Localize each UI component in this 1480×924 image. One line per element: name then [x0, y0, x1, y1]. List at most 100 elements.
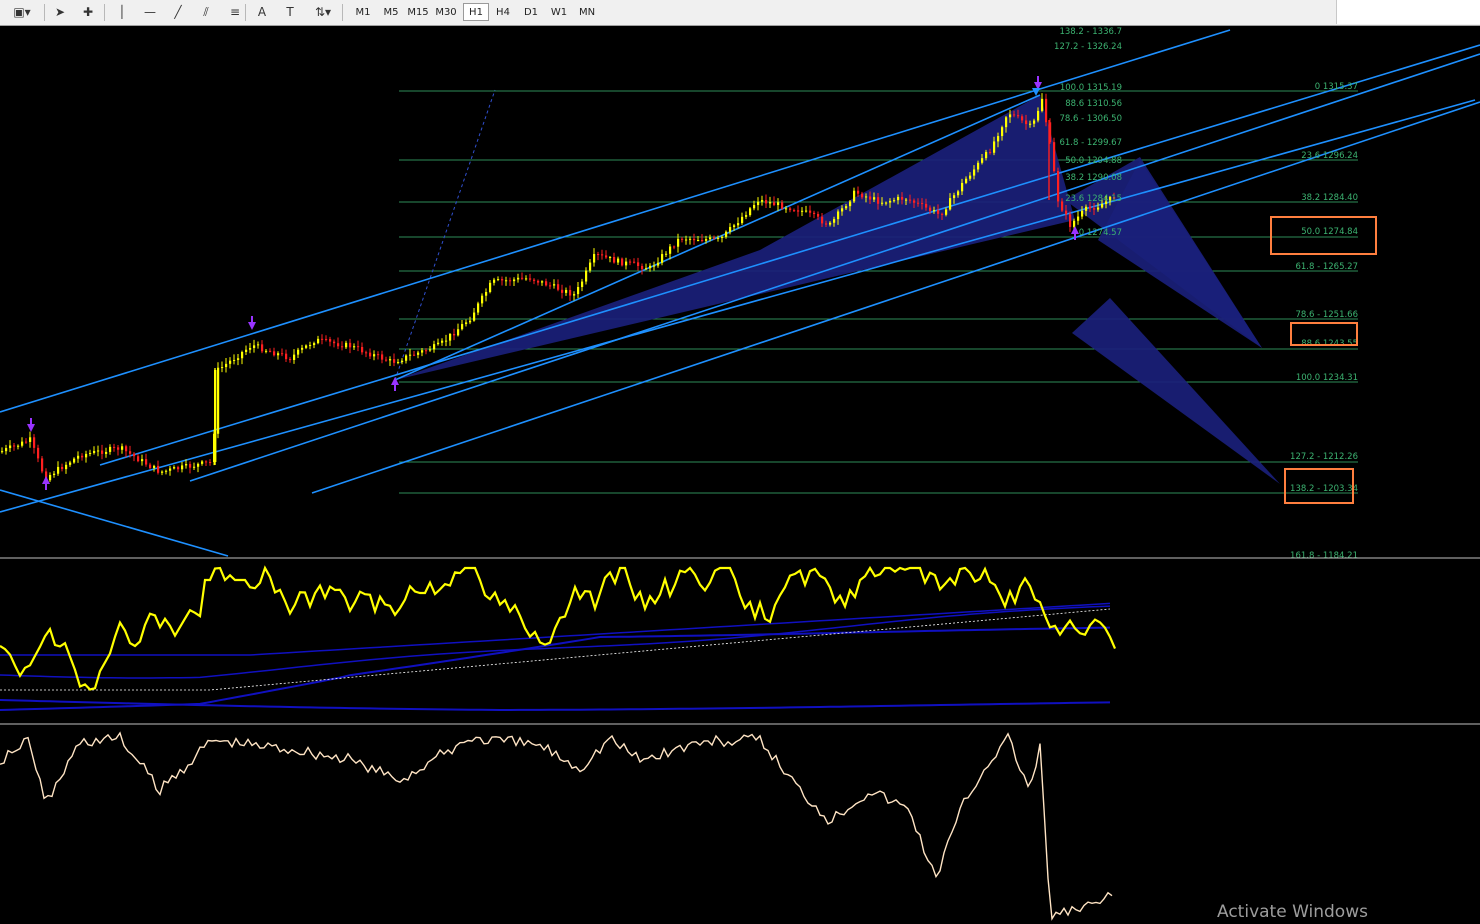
candle-body[interactable]: [485, 292, 488, 296]
candle-body[interactable]: [333, 341, 336, 344]
candle-body[interactable]: [509, 280, 512, 282]
candle-body[interactable]: [357, 346, 360, 348]
candle-body[interactable]: [557, 284, 560, 290]
candle-body[interactable]: [525, 278, 528, 280]
candle-body[interactable]: [489, 282, 492, 293]
candle-body[interactable]: [141, 459, 144, 462]
candle-body[interactable]: [697, 240, 700, 242]
candle-body[interactable]: [657, 262, 660, 266]
candle-body[interactable]: [457, 329, 460, 336]
candle-body[interactable]: [613, 257, 616, 263]
candle-body[interactable]: [449, 334, 452, 341]
candle-body[interactable]: [373, 354, 376, 357]
candle-body[interactable]: [429, 349, 432, 351]
candle-body[interactable]: [853, 190, 856, 202]
candle-body[interactable]: [705, 239, 708, 241]
candle-body[interactable]: [933, 210, 936, 212]
candle-body[interactable]: [713, 237, 716, 239]
candle-body[interactable]: [137, 456, 140, 462]
candle-body[interactable]: [897, 196, 900, 201]
candle-body[interactable]: [165, 470, 168, 472]
candle-body[interactable]: [125, 446, 128, 452]
candle-body[interactable]: [589, 262, 592, 271]
candle-body[interactable]: [229, 360, 232, 364]
candle-body[interactable]: [481, 295, 484, 304]
candle-body[interactable]: [801, 210, 804, 212]
candle-body[interactable]: [73, 458, 76, 463]
candle-body[interactable]: [749, 208, 752, 216]
candle-body[interactable]: [681, 238, 684, 240]
candle-body[interactable]: [961, 182, 964, 192]
candle-body[interactable]: [1013, 114, 1016, 116]
candle-body[interactable]: [645, 268, 648, 270]
candle-body[interactable]: [365, 352, 368, 354]
candle-body[interactable]: [53, 473, 56, 475]
candle-body[interactable]: [909, 199, 912, 201]
candle-body[interactable]: [609, 257, 612, 259]
candle-body[interactable]: [685, 239, 688, 241]
candle-body[interactable]: [517, 277, 520, 280]
candle-body[interactable]: [865, 196, 868, 198]
candle-body[interactable]: [789, 208, 792, 211]
candle-body[interactable]: [265, 350, 268, 352]
candle-body[interactable]: [861, 193, 864, 198]
candle-body[interactable]: [377, 354, 380, 356]
candle-body[interactable]: [181, 465, 184, 470]
candle-body[interactable]: [157, 465, 160, 473]
candle-body[interactable]: [17, 445, 20, 447]
candle-body[interactable]: [817, 214, 820, 217]
text-icon[interactable]: A: [252, 3, 272, 21]
candle-body[interactable]: [709, 237, 712, 240]
candle-body[interactable]: [297, 349, 300, 355]
candle-body[interactable]: [973, 169, 976, 176]
candle-body[interactable]: [581, 281, 584, 288]
candle-body[interactable]: [969, 175, 972, 179]
candle-body[interactable]: [57, 466, 60, 474]
candle-body[interactable]: [113, 446, 116, 448]
candle-body[interactable]: [569, 289, 572, 296]
candle-body[interactable]: [1065, 210, 1068, 215]
candle-body[interactable]: [153, 465, 156, 468]
candle-body[interactable]: [737, 223, 740, 226]
candle-body[interactable]: [869, 196, 872, 200]
candle-body[interactable]: [945, 209, 948, 215]
candle-body[interactable]: [469, 320, 472, 323]
candle-body[interactable]: [445, 340, 448, 342]
candle-body[interactable]: [541, 281, 544, 283]
candle-body[interactable]: [133, 453, 136, 457]
candle-body[interactable]: [89, 452, 92, 454]
candle-body[interactable]: [565, 289, 568, 293]
candle-body[interactable]: [161, 471, 164, 473]
candle-body[interactable]: [605, 255, 608, 258]
candle-body[interactable]: [721, 236, 724, 238]
candle-body[interactable]: [77, 455, 80, 459]
candle-body[interactable]: [421, 350, 424, 353]
candle-body[interactable]: [689, 238, 692, 240]
candle-body[interactable]: [809, 210, 812, 213]
candle-body[interactable]: [477, 303, 480, 313]
candle-body[interactable]: [833, 219, 836, 223]
candle-body[interactable]: [345, 342, 348, 348]
candle-body[interactable]: [385, 359, 388, 361]
candle-body[interactable]: [1053, 142, 1056, 172]
candle-body[interactable]: [389, 359, 392, 361]
candle-body[interactable]: [465, 322, 468, 325]
candle-body[interactable]: [189, 464, 192, 468]
candle-body[interactable]: [501, 279, 504, 281]
candle-body[interactable]: [337, 343, 340, 347]
candle-body[interactable]: [573, 294, 576, 296]
candle-body[interactable]: [341, 346, 344, 348]
candle-body[interactable]: [65, 464, 68, 470]
candle-body[interactable]: [425, 350, 428, 352]
candle-body[interactable]: [725, 231, 728, 237]
candle-body[interactable]: [669, 246, 672, 254]
candle-body[interactable]: [1073, 220, 1076, 227]
candle-body[interactable]: [193, 466, 196, 468]
candle-body[interactable]: [537, 280, 540, 283]
candle-body[interactable]: [701, 240, 704, 242]
candle-body[interactable]: [841, 208, 844, 212]
candle-body[interactable]: [433, 344, 436, 350]
candle-body[interactable]: [361, 347, 364, 353]
candle-body[interactable]: [61, 466, 64, 470]
candle-body[interactable]: [741, 216, 744, 224]
